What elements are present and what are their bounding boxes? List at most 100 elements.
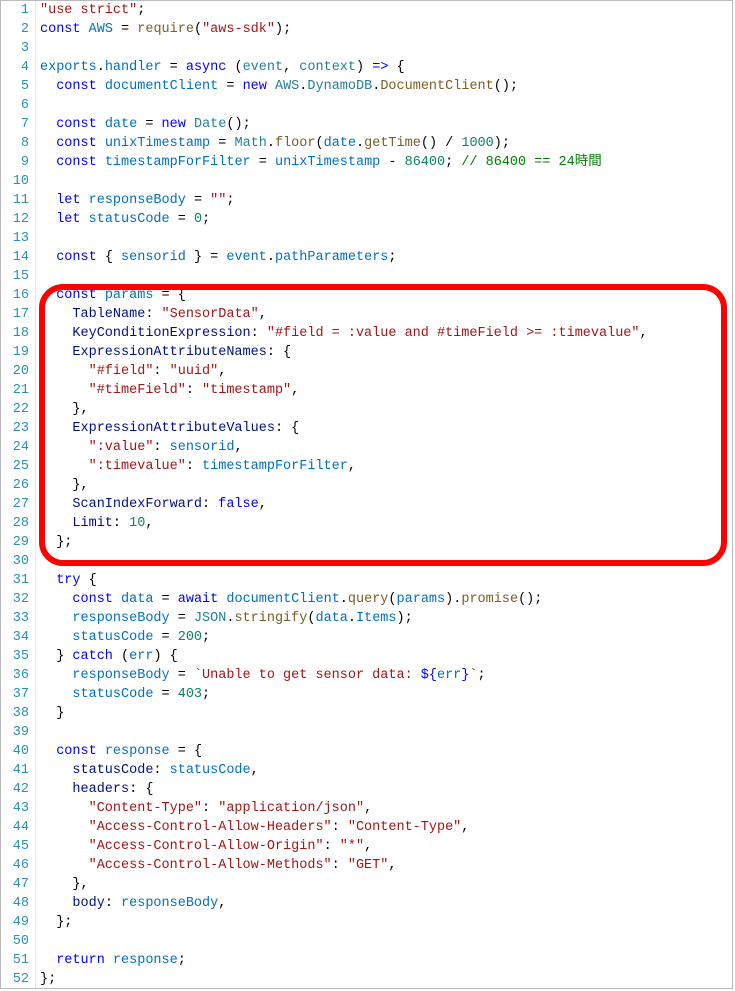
token-c-str: ":value" bbox=[89, 440, 154, 455]
code-line[interactable]: }; bbox=[40, 533, 732, 552]
line-number: 11 bbox=[1, 191, 29, 210]
code-line[interactable]: }, bbox=[40, 476, 732, 495]
code-line[interactable]: } catch (err) { bbox=[40, 647, 732, 666]
code-line[interactable] bbox=[40, 96, 732, 115]
code-line[interactable]: "Access-Control-Allow-Origin": "*", bbox=[40, 837, 732, 856]
code-line[interactable]: "#field": "uuid", bbox=[40, 362, 732, 381]
code-line[interactable] bbox=[40, 39, 732, 58]
token-c-str: "Content-Type" bbox=[89, 801, 202, 816]
code-line[interactable]: "Access-Control-Allow-Headers": "Content… bbox=[40, 818, 732, 837]
token-c-num: 403 bbox=[178, 687, 202, 702]
token-c-fn: DocumentClient bbox=[380, 79, 493, 94]
code-line[interactable] bbox=[40, 723, 732, 742]
code-line[interactable]: "Access-Control-Allow-Methods": "GET", bbox=[40, 856, 732, 875]
line-number: 40 bbox=[1, 742, 29, 761]
code-line[interactable]: let responseBody = ""; bbox=[40, 191, 732, 210]
token-c-var: responseBody bbox=[89, 193, 186, 208]
token-c-punc bbox=[40, 763, 72, 778]
code-line[interactable] bbox=[40, 267, 732, 286]
line-number: 30 bbox=[1, 552, 29, 571]
token-c-punc bbox=[40, 288, 56, 303]
code-line[interactable]: "use strict"; bbox=[40, 1, 732, 20]
code-line[interactable]: KeyConditionExpression: "#field = :value… bbox=[40, 324, 732, 343]
token-c-punc bbox=[40, 250, 56, 265]
token-c-punc: = bbox=[170, 611, 194, 626]
code-line[interactable]: Limit: 10, bbox=[40, 514, 732, 533]
token-c-var: params bbox=[105, 288, 154, 303]
code-line[interactable]: statusCode = 403; bbox=[40, 685, 732, 704]
token-c-cls: JSON bbox=[194, 611, 226, 626]
code-editor[interactable]: 1234567891011121314151617181920212223242… bbox=[0, 0, 733, 989]
line-number: 24 bbox=[1, 438, 29, 457]
code-line[interactable] bbox=[40, 932, 732, 951]
token-c-var: pathParameters bbox=[275, 250, 388, 265]
code-line[interactable] bbox=[40, 552, 732, 571]
code-line[interactable]: }; bbox=[40, 970, 732, 989]
token-c-punc: ; bbox=[202, 687, 210, 702]
line-number: 12 bbox=[1, 210, 29, 229]
token-c-punc: : bbox=[332, 820, 348, 835]
token-c-punc: : bbox=[324, 839, 340, 854]
code-line[interactable]: try { bbox=[40, 571, 732, 590]
code-line[interactable] bbox=[40, 229, 732, 248]
token-c-var: responseBody bbox=[121, 896, 218, 911]
code-line[interactable]: }; bbox=[40, 913, 732, 932]
code-area[interactable]: "use strict";const AWS = require("aws-sd… bbox=[36, 1, 732, 988]
code-line[interactable]: ":value": sensorid, bbox=[40, 438, 732, 457]
code-line[interactable]: responseBody = `Unable to get sensor dat… bbox=[40, 666, 732, 685]
token-c-num: 1000 bbox=[461, 136, 493, 151]
code-line[interactable]: return response; bbox=[40, 951, 732, 970]
code-line[interactable]: TableName: "SensorData", bbox=[40, 305, 732, 324]
code-line[interactable]: statusCode: statusCode, bbox=[40, 761, 732, 780]
code-line[interactable]: let statusCode = 0; bbox=[40, 210, 732, 229]
code-line[interactable]: const response = { bbox=[40, 742, 732, 761]
code-line[interactable]: ":timevalue": timestampForFilter, bbox=[40, 457, 732, 476]
token-c-punc: : bbox=[251, 326, 267, 341]
code-line[interactable]: headers: { bbox=[40, 780, 732, 799]
token-c-punc: = bbox=[162, 60, 186, 75]
line-number: 52 bbox=[1, 970, 29, 989]
token-c-kw: try bbox=[56, 573, 80, 588]
token-c-var: statusCode bbox=[89, 212, 170, 227]
token-c-str: ":timevalue" bbox=[89, 459, 186, 474]
token-c-punc: , bbox=[259, 307, 267, 322]
line-number: 36 bbox=[1, 666, 29, 685]
token-c-punc: , bbox=[348, 459, 356, 474]
code-line[interactable]: ExpressionAttributeValues: { bbox=[40, 419, 732, 438]
code-line[interactable]: const { sensorid } = event.pathParameter… bbox=[40, 248, 732, 267]
line-number: 22 bbox=[1, 400, 29, 419]
code-line[interactable]: "#timeField": "timestamp", bbox=[40, 381, 732, 400]
code-line[interactable]: ScanIndexForward: false, bbox=[40, 495, 732, 514]
token-c-prop: body bbox=[72, 896, 104, 911]
token-c-punc: ); bbox=[494, 136, 510, 151]
token-c-var: AWS bbox=[89, 22, 113, 37]
code-line[interactable]: }, bbox=[40, 875, 732, 894]
code-line[interactable]: responseBody = JSON.stringify(data.Items… bbox=[40, 609, 732, 628]
code-line[interactable]: const data = await documentClient.query(… bbox=[40, 590, 732, 609]
code-line[interactable]: "Content-Type": "application/json", bbox=[40, 799, 732, 818]
line-number: 35 bbox=[1, 647, 29, 666]
line-number: 19 bbox=[1, 343, 29, 362]
code-line[interactable] bbox=[40, 172, 732, 191]
code-line[interactable]: const timestampForFilter = unixTimestamp… bbox=[40, 153, 732, 172]
token-c-kw: return bbox=[56, 953, 105, 968]
code-line[interactable]: ExpressionAttributeNames: { bbox=[40, 343, 732, 362]
code-line[interactable]: const date = new Date(); bbox=[40, 115, 732, 134]
code-line[interactable]: const AWS = require("aws-sdk"); bbox=[40, 20, 732, 39]
code-line[interactable]: }, bbox=[40, 400, 732, 419]
code-line[interactable]: const unixTimestamp = Math.floor(date.ge… bbox=[40, 134, 732, 153]
code-line[interactable]: const params = { bbox=[40, 286, 732, 305]
code-line[interactable]: } bbox=[40, 704, 732, 723]
token-c-punc bbox=[40, 573, 56, 588]
token-c-punc: = bbox=[113, 22, 137, 37]
token-c-param: context bbox=[299, 60, 356, 75]
line-number: 4 bbox=[1, 58, 29, 77]
token-c-punc bbox=[97, 288, 105, 303]
code-line[interactable]: exports.handler = async (event, context)… bbox=[40, 58, 732, 77]
token-c-punc: }; bbox=[40, 972, 56, 987]
code-line[interactable]: body: responseBody, bbox=[40, 894, 732, 913]
token-c-punc: : bbox=[332, 858, 348, 873]
token-c-punc: }, bbox=[40, 877, 89, 892]
code-line[interactable]: statusCode = 200; bbox=[40, 628, 732, 647]
code-line[interactable]: const documentClient = new AWS.DynamoDB.… bbox=[40, 77, 732, 96]
